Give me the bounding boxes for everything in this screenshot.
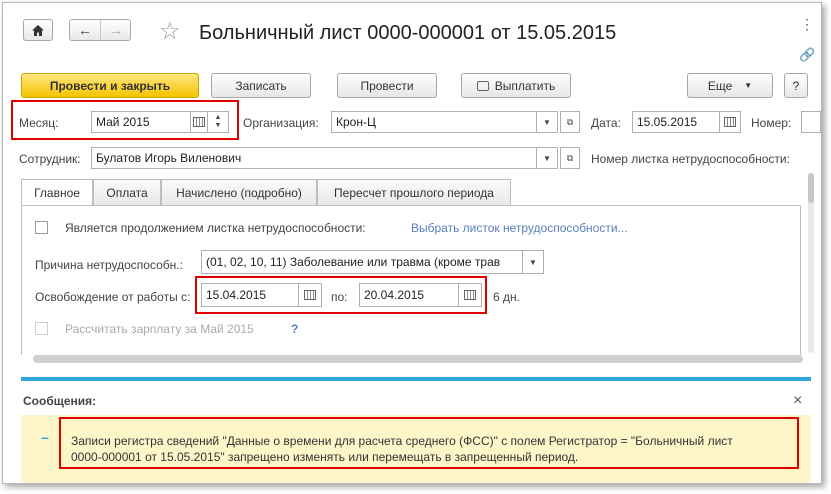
save-button[interactable]: Записать	[211, 73, 311, 98]
pay-button[interactable]: Выплатить	[461, 73, 571, 98]
vertical-ellipsis-icon[interactable]: ⋮	[800, 17, 814, 31]
collapse-message-icon[interactable]: –	[41, 429, 49, 445]
post-button[interactable]: Провести	[337, 73, 437, 98]
continuation-label: Является продолжением листка нетрудоспос…	[65, 221, 366, 235]
message-highlight-box	[59, 417, 799, 469]
printer-icon	[476, 80, 489, 91]
employee-open-button[interactable]: ⧉	[560, 147, 580, 169]
page-title: Больничный лист 0000-000001 от 15.05.201…	[199, 22, 617, 44]
vertical-scrollbar-thumb[interactable]	[808, 173, 814, 203]
release-dates-highlight-box	[195, 276, 487, 314]
continuation-checkbox[interactable]	[35, 221, 48, 234]
number-label: Номер:	[751, 116, 792, 130]
chevron-down-icon: ▼	[543, 153, 551, 163]
post-and-close-button[interactable]: Провести и закрыть	[21, 73, 199, 98]
reason-field[interactable]: (01, 02, 10, 11) Заболевание или травма …	[201, 250, 523, 274]
release-label: Освобождение от работы с:	[35, 290, 191, 304]
chevron-down-icon: ▼	[543, 117, 551, 127]
messages-title: Сообщения:	[23, 394, 97, 408]
calendar-icon	[724, 117, 736, 127]
link-icon[interactable]: 🔗	[799, 47, 815, 63]
org-label: Организация:	[243, 116, 319, 130]
document-window: ← → ☆ Больничный лист 0000-000001 от 15.…	[2, 2, 822, 484]
tab-recalc-previous[interactable]: Пересчет прошлого периода	[317, 179, 511, 205]
tab-payment[interactable]: Оплата	[93, 179, 161, 205]
messages-divider	[21, 377, 811, 381]
employee-dropdown-button[interactable]: ▼	[536, 147, 558, 169]
home-icon	[32, 24, 44, 36]
pay-button-label: Выплатить	[494, 78, 556, 93]
calc-help-link[interactable]: ?	[291, 322, 298, 336]
open-icon: ⧉	[566, 152, 574, 163]
sick-number-label: Номер листка нетрудоспособности:	[591, 152, 790, 166]
reason-dropdown-button[interactable]: ▼	[522, 250, 544, 274]
date-calendar-button[interactable]	[719, 111, 741, 133]
tab-main[interactable]: Главное	[21, 179, 93, 206]
chevron-down-icon: ▼	[529, 257, 537, 267]
forward-button[interactable]: →	[101, 20, 131, 40]
help-button[interactable]: ?	[784, 73, 808, 98]
reason-label: Причина нетрудоспособн.:	[35, 258, 183, 272]
days-count: 6 дн.	[493, 290, 520, 304]
date-label: Дата:	[591, 116, 621, 130]
chevron-down-icon: ▼	[744, 81, 753, 90]
more-label: Еще	[707, 78, 733, 93]
more-button[interactable]: Еще ▼	[687, 73, 773, 98]
select-sick-leave-link[interactable]: Выбрать листок нетрудоспособности...	[411, 221, 628, 235]
org-open-button[interactable]: ⧉	[560, 111, 580, 133]
month-highlight-box	[11, 100, 239, 140]
employee-label: Сотрудник:	[19, 152, 81, 166]
home-button[interactable]	[23, 19, 53, 41]
arrow-right-icon: →	[109, 22, 123, 38]
horizontal-scrollbar[interactable]	[33, 355, 803, 363]
arrow-left-icon: ←	[78, 22, 92, 38]
favorite-star-icon[interactable]: ☆	[159, 17, 181, 46]
org-field[interactable]: Крон-Ц	[331, 111, 537, 133]
calc-salary-checkbox[interactable]	[35, 322, 48, 335]
back-button[interactable]: ←	[70, 20, 101, 40]
tab-accrued-detail[interactable]: Начислено (подробно)	[161, 179, 317, 205]
org-dropdown-button[interactable]: ▼	[536, 111, 558, 133]
employee-field[interactable]: Булатов Игорь Виленович	[91, 147, 537, 169]
date-field[interactable]: 15.05.2015	[632, 111, 720, 133]
close-icon[interactable]: ×	[793, 392, 802, 410]
number-field[interactable]	[801, 111, 821, 133]
calc-salary-label: Рассчитать зарплату за Май 2015	[65, 322, 254, 336]
history-navigation: ← →	[69, 19, 131, 41]
open-icon: ⧉	[566, 116, 574, 127]
